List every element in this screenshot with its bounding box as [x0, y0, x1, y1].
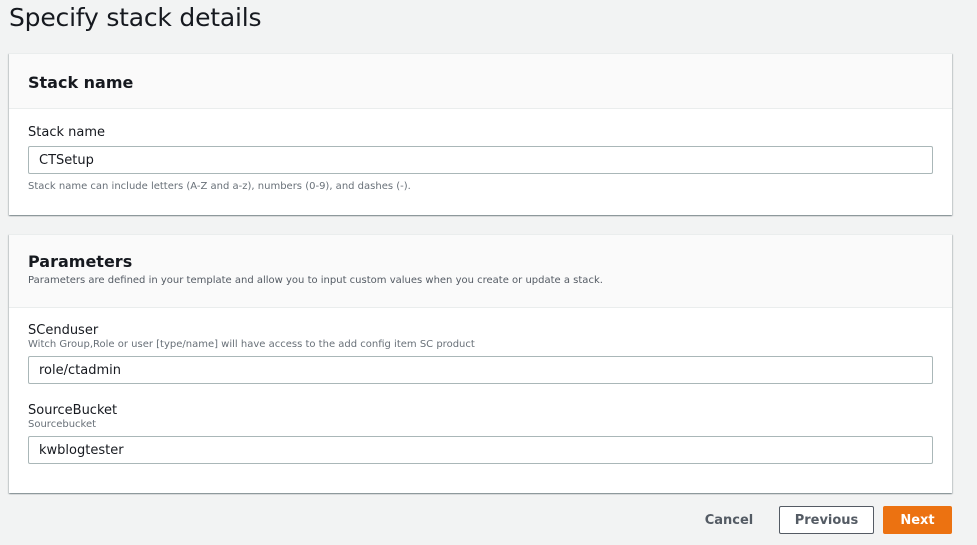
page: Specify stack details Stack name Stack n…	[0, 0, 977, 545]
scenduser-description: Witch Group,Role or user [type/name] wil…	[28, 339, 475, 350]
page-title: Specify stack details	[9, 3, 262, 32]
parameters-panel-body: SCenduser Witch Group,Role or user [type…	[9, 308, 952, 464]
sourcebucket-input[interactable]	[28, 436, 933, 464]
scenduser-input[interactable]	[28, 356, 933, 384]
parameters-description: Parameters are defined in your template …	[28, 275, 603, 286]
parameter-scenduser: SCenduser Witch Group,Role or user [type…	[28, 323, 933, 384]
stack-name-heading: Stack name	[28, 73, 134, 92]
sourcebucket-description: Sourcebucket	[28, 419, 97, 430]
cancel-button[interactable]: Cancel	[698, 506, 760, 534]
parameters-panel-header: Parameters Parameters are defined in you…	[9, 235, 952, 308]
stack-name-panel: Stack name Stack name Stack name can inc…	[9, 53, 952, 215]
previous-button[interactable]: Previous	[779, 506, 874, 534]
stack-name-panel-body: Stack name Stack name can include letter…	[9, 109, 952, 192]
parameters-heading: Parameters	[28, 252, 133, 271]
stack-name-panel-header: Stack name	[9, 54, 952, 109]
stack-name-label: Stack name	[28, 125, 105, 140]
parameters-panel: Parameters Parameters are defined in you…	[9, 234, 952, 493]
parameter-sourcebucket: SourceBucket Sourcebucket	[28, 403, 933, 464]
scenduser-label: SCenduser	[28, 323, 99, 338]
stack-name-input[interactable]	[28, 146, 933, 174]
next-button[interactable]: Next	[883, 506, 952, 534]
stack-name-constraint: Stack name can include letters (A-Z and …	[28, 181, 411, 192]
sourcebucket-label: SourceBucket	[28, 403, 118, 418]
